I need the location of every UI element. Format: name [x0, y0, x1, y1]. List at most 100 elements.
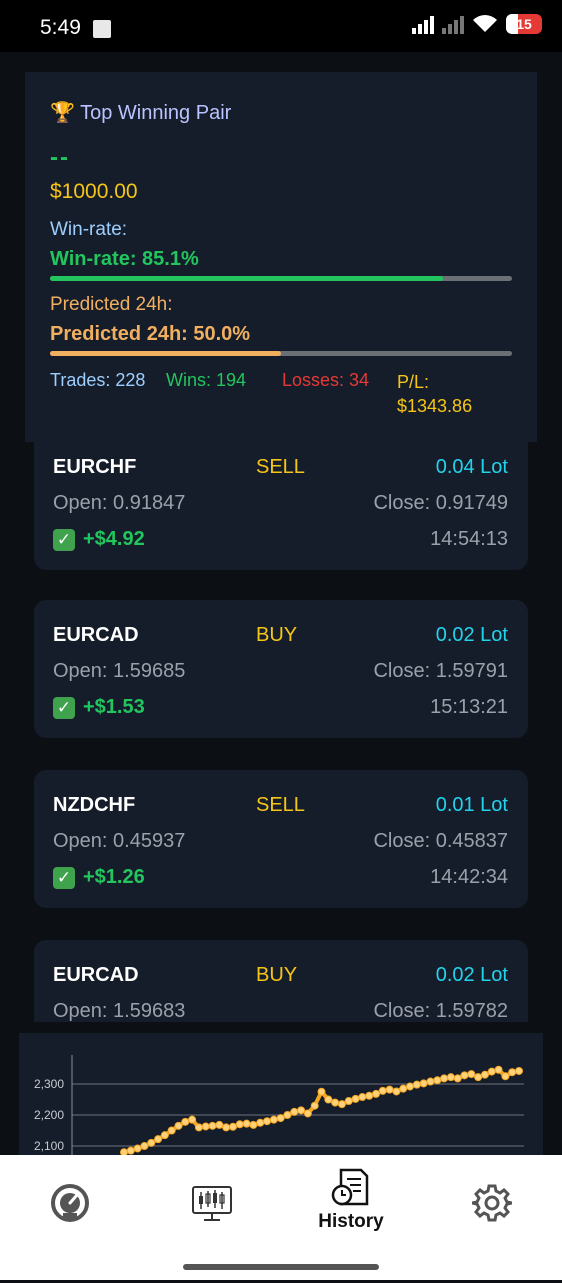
trade-time: 15:13:21	[430, 696, 508, 718]
chart-data-point	[222, 1123, 231, 1132]
trade-card[interactable]: NZDCHF SELL 0.01 Lot Open: 0.45937 Close…	[34, 770, 528, 908]
chart-data-point	[351, 1094, 360, 1103]
candlestick-chart-icon	[192, 1186, 232, 1221]
chart-data-point	[235, 1120, 244, 1129]
chart-data-point	[228, 1122, 237, 1131]
chart-data-point	[201, 1122, 210, 1131]
wifi-icon	[473, 15, 497, 32]
predicted-progress-bar	[50, 351, 512, 356]
chart-data-point	[303, 1109, 312, 1118]
notification-icon	[93, 20, 111, 38]
trade-lot: 0.02 Lot	[435, 624, 508, 646]
chart-data-point	[412, 1080, 421, 1089]
trade-open-price: Open: 0.45937	[53, 830, 186, 852]
winrate-label: Win-rate:	[50, 219, 128, 240]
chart-data-point	[317, 1087, 326, 1096]
chart-data-point	[365, 1091, 374, 1100]
check-icon: ✓	[53, 866, 75, 889]
predicted-value: Predicted 24h: 50.0%	[50, 323, 251, 345]
chart-data-point	[215, 1120, 224, 1129]
trade-lot: 0.01 Lot	[435, 794, 508, 816]
chart-data-point	[126, 1146, 135, 1155]
chart-data-point	[310, 1101, 319, 1110]
chart-data-point	[467, 1070, 476, 1079]
chart-data-point	[378, 1086, 387, 1095]
chart-y-tick-label: 2,300	[34, 1077, 64, 1091]
speedometer-icon	[51, 1184, 89, 1222]
bottom-nav: History	[0, 1155, 562, 1280]
chart-series-line	[123, 1067, 520, 1155]
chart-data-point	[181, 1117, 190, 1126]
trade-symbol: EURCAD	[53, 624, 139, 646]
chart-data-point	[371, 1089, 380, 1098]
trade-profit: ✓ +$1.26	[53, 866, 145, 889]
trade-symbol: EURCAD	[53, 964, 139, 986]
chart-data-point	[160, 1131, 169, 1140]
chart-data-point	[460, 1071, 469, 1080]
chart-data-point	[283, 1111, 292, 1119]
predicted-progress-fill	[50, 351, 281, 356]
trade-symbol: EURCHF	[53, 456, 137, 478]
trade-open-price: Open: 1.59685	[53, 660, 186, 682]
stat-losses: Losses: 34	[282, 370, 370, 390]
winrate-value: Win-rate: 85.1%	[50, 248, 199, 270]
trade-time: 14:54:13	[430, 528, 508, 550]
chart-data-point	[140, 1142, 149, 1150]
trade-lot: 0.04 Lot	[435, 456, 508, 478]
chart-data-point	[474, 1073, 483, 1082]
trade-close-price: Close: 1.59782	[373, 1000, 508, 1022]
equity-chart: 2,100 2,200 2,300	[19, 1033, 543, 1173]
trade-open-price: Open: 0.91847	[53, 492, 186, 514]
chart-data-point	[440, 1074, 449, 1083]
trade-close-price: Close: 0.45837	[373, 830, 508, 852]
nav-history[interactable]: History	[306, 1167, 396, 1267]
chart-data-point	[501, 1072, 510, 1081]
nav-settings[interactable]	[470, 1183, 514, 1283]
chart-data-point	[133, 1144, 142, 1153]
chart-data-point	[297, 1106, 306, 1115]
status-bar: 5:49 15	[0, 0, 562, 52]
trade-side: SELL	[256, 794, 305, 816]
trade-history-list[interactable]: EURCHF SELL 0.04 Lot Open: 0.91847 Close…	[0, 442, 562, 1022]
battery-level: 15	[516, 16, 532, 32]
chart-data-point	[453, 1074, 462, 1083]
nav-dashboard[interactable]	[45, 1183, 95, 1283]
chart-data-point	[392, 1087, 401, 1096]
trade-side: BUY	[256, 624, 298, 646]
card-title: 🏆 Top Winning Pair	[50, 100, 231, 125]
chart-data-point	[242, 1119, 251, 1128]
predicted-label: Predicted 24h:	[50, 294, 173, 315]
stat-pl: P/L: $1343.86	[397, 372, 473, 416]
status-time: 5:49	[40, 16, 81, 39]
trade-card[interactable]: EURCAD BUY 0.02 Lot Open: 1.59683 Close:…	[34, 940, 528, 1022]
gear-icon	[472, 1184, 512, 1222]
stat-trades: Trades: 228	[50, 370, 146, 390]
trade-profit-value: +$4.92	[83, 528, 145, 550]
stat-wins: Wins: 194	[166, 370, 247, 390]
chart-data-point	[174, 1121, 183, 1130]
trade-side: BUY	[256, 964, 298, 986]
trade-close-price: Close: 1.59791	[373, 660, 508, 682]
trade-open-price: Open: 1.59683	[53, 1000, 186, 1022]
trade-profit-value: +$1.53	[83, 696, 145, 718]
chart-data-point	[419, 1079, 428, 1088]
trade-profit: ✓ +$1.53	[53, 696, 145, 719]
trade-time: 14:42:34	[430, 866, 508, 888]
check-icon: ✓	[53, 696, 75, 719]
trade-card[interactable]: EURCAD BUY 0.02 Lot Open: 1.59685 Close:…	[34, 600, 528, 738]
chart-data-point	[290, 1107, 299, 1116]
chart-data-point	[406, 1082, 415, 1091]
chart-data-point	[385, 1085, 394, 1094]
chart-data-point	[446, 1073, 455, 1082]
chart-data-point	[147, 1138, 156, 1147]
top-winning-pair-card: 🏆 Top Winning Pair -- $1000.00 Win-rate:…	[25, 72, 537, 442]
trade-close-price: Close: 0.91749	[373, 492, 508, 514]
chart-data-point	[508, 1068, 517, 1077]
winrate-progress-bar	[50, 276, 512, 281]
trade-side: SELL	[256, 456, 305, 478]
chart-data-point	[167, 1126, 176, 1135]
chart-data-point	[194, 1123, 203, 1132]
chart-data-point	[337, 1100, 346, 1109]
trade-card[interactable]: EURCHF SELL 0.04 Lot Open: 0.91847 Close…	[34, 442, 528, 570]
chart-data-point	[154, 1135, 163, 1144]
